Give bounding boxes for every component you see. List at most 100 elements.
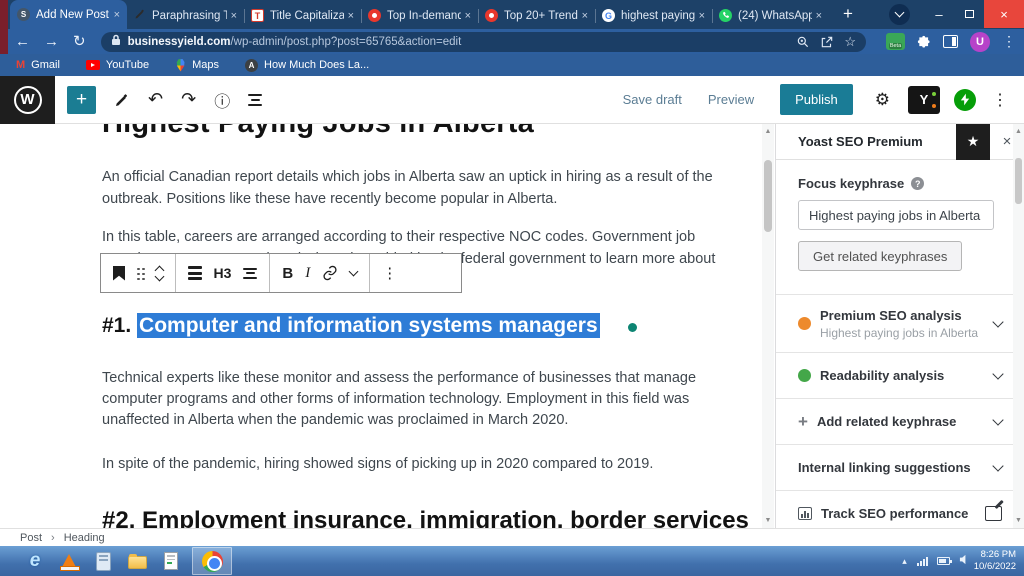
chevron-down-icon[interactable] <box>992 316 1003 327</box>
tab-close-icon[interactable]: × <box>114 9 120 21</box>
zoom-icon[interactable] <box>796 35 810 49</box>
block-type-icon[interactable] <box>188 266 202 280</box>
tab-close-icon[interactable]: × <box>582 10 588 22</box>
more-formats-chevron-icon[interactable] <box>350 271 357 275</box>
tab-close-icon[interactable]: × <box>348 10 354 22</box>
undo-button[interactable]: ↶ <box>148 89 163 110</box>
share-icon[interactable] <box>820 35 834 49</box>
extensions-puzzle-icon[interactable] <box>917 35 931 49</box>
paragraph-block[interactable]: An official Canadian report details whic… <box>102 166 700 210</box>
breadcrumb-post[interactable]: Post <box>20 532 42 544</box>
content-scrollbar[interactable]: ▲ ▼ <box>762 124 774 528</box>
vlc-icon[interactable] <box>52 548 86 574</box>
heading-level-button[interactable]: H3 <box>214 265 232 281</box>
reload-button[interactable]: ↻ <box>73 34 86 49</box>
chevron-down-icon[interactable] <box>992 414 1003 425</box>
text-align-button[interactable] <box>243 268 257 279</box>
preview-button[interactable]: Preview <box>708 92 754 107</box>
paragraph-block[interactable]: In spite of the pandemic, hiring showed … <box>102 453 700 475</box>
side-panel-icon[interactable] <box>943 35 958 48</box>
scroll-up-icon[interactable]: ▲ <box>1013 128 1024 135</box>
tab-title-capitalization[interactable]: T Title Capitalization × <box>244 2 361 29</box>
tab-whatsapp[interactable]: (24) WhatsApp × <box>712 2 829 29</box>
address-bar[interactable]: businessyield.com/wp-admin/post.php?post… <box>101 32 866 52</box>
edit-external-icon[interactable] <box>985 506 1002 521</box>
sidebar-scrollbar[interactable]: ▲ ▼ <box>1013 124 1024 528</box>
selected-heading-text[interactable]: Computer and information systems manager… <box>137 313 600 338</box>
beta-extension-icon[interactable]: Beta <box>886 33 905 50</box>
chevron-down-icon[interactable] <box>992 368 1003 379</box>
tab-close-icon[interactable]: × <box>231 10 237 22</box>
post-content-canvas[interactable]: Highest Paying Jobs in Alberta An offici… <box>0 124 775 528</box>
tab-search-button[interactable] <box>889 4 910 25</box>
post-title-clipped[interactable]: Highest Paying Jobs in Alberta <box>102 124 700 139</box>
link-button[interactable] <box>322 265 338 281</box>
battery-icon[interactable] <box>937 557 950 565</box>
settings-gear-icon[interactable]: ⚙ <box>875 90 890 110</box>
tab-close-icon[interactable]: × <box>465 10 471 22</box>
get-related-keyphrases-button[interactable]: Get related keyphrases <box>798 241 962 271</box>
post-title[interactable]: Highest Paying Jobs in Alberta <box>102 124 700 139</box>
internet-explorer-icon[interactable]: e <box>18 548 52 574</box>
paragraph-block[interactable]: Technical experts like these monitor and… <box>102 368 700 431</box>
tab-highest-paying[interactable]: G highest paying job × <box>595 2 712 29</box>
tab-paraphrasing-tool[interactable]: Paraphrasing Tool × <box>127 2 244 29</box>
premium-seo-analysis-row[interactable]: Premium SEO analysis Highest paying jobs… <box>776 294 1024 352</box>
bookmark-how-much[interactable]: AHow Much Does La... <box>245 59 369 72</box>
tab-add-new-post[interactable]: S Add New Post ‹ Bl × <box>10 0 127 29</box>
scrollbar-thumb[interactable] <box>764 160 772 232</box>
italic-button[interactable]: I <box>305 265 310 282</box>
maximize-button[interactable] <box>954 0 984 28</box>
browser-menu-icon[interactable]: ⋮ <box>1002 33 1016 50</box>
edit-mode-pencil-icon[interactable] <box>114 92 130 108</box>
tab-top-20-trending[interactable]: Top 20+ Trending × <box>478 2 595 29</box>
network-signal-icon[interactable] <box>917 557 928 566</box>
details-info-button[interactable]: ⓘ <box>214 88 230 112</box>
new-tab-button[interactable]: + <box>835 1 861 27</box>
speaker-icon[interactable] <box>959 552 970 570</box>
minimize-button[interactable]: – <box>924 0 954 28</box>
wordpress-logo-button[interactable]: W <box>0 76 55 124</box>
pin-star-button[interactable]: ★ <box>956 124 990 160</box>
heading-block-h3[interactable]: #1. Computer and information systems man… <box>102 314 700 338</box>
bookmark-maps[interactable]: Maps <box>175 59 219 72</box>
taskbar-clock[interactable]: 8:26 PM 10/6/2022 <box>974 549 1016 573</box>
calculator-icon[interactable] <box>86 548 120 574</box>
internal-linking-row[interactable]: Internal linking suggestions <box>776 444 1024 490</box>
redo-button[interactable]: ↷ <box>181 89 196 110</box>
block-inserter-button[interactable]: + <box>67 86 96 114</box>
tab-top-in-demand[interactable]: Top In-demand Jo × <box>361 2 478 29</box>
scrollbar-thumb[interactable] <box>1015 158 1022 204</box>
yoast-toolbar-icon[interactable]: Y <box>908 86 940 114</box>
close-window-button[interactable]: × <box>984 0 1024 28</box>
list-view-button[interactable] <box>248 94 262 106</box>
move-down-icon[interactable] <box>154 271 164 281</box>
editor-options-icon[interactable]: ⋮ <box>992 90 1008 110</box>
focus-keyphrase-input[interactable] <box>798 200 994 230</box>
jetpack-icon[interactable] <box>954 89 976 111</box>
bookmark-star-icon[interactable]: ☆ <box>844 34 856 50</box>
save-draft-button[interactable]: Save draft <box>623 92 682 107</box>
block-options-icon[interactable]: ⋮ <box>382 264 397 282</box>
bookmark-youtube[interactable]: YouTube <box>86 59 149 71</box>
tab-close-icon[interactable]: × <box>816 10 822 22</box>
hidden-icons-chevron[interactable]: ▴ <box>902 556 907 567</box>
document-icon[interactable] <box>154 548 188 574</box>
file-explorer-icon[interactable] <box>120 548 154 574</box>
chrome-taskbar-button[interactable] <box>192 547 232 575</box>
bold-button[interactable]: B <box>282 265 293 282</box>
bookmark-gmail[interactable]: MGmail <box>16 59 60 71</box>
forward-button[interactable]: → <box>44 34 59 49</box>
publish-button[interactable]: Publish <box>780 84 853 115</box>
add-related-keyphrase-row[interactable]: + Add related keyphrase <box>776 398 1024 444</box>
readability-analysis-row[interactable]: Readability analysis <box>776 352 1024 398</box>
breadcrumb-heading[interactable]: Heading <box>64 532 105 544</box>
scroll-up-icon[interactable]: ▲ <box>762 128 774 135</box>
scroll-down-icon[interactable]: ▼ <box>762 517 774 524</box>
block-mover-buttons[interactable] <box>156 267 163 280</box>
profile-avatar[interactable]: U <box>970 32 990 52</box>
heading-block-icon[interactable] <box>113 266 125 281</box>
help-icon[interactable]: ? <box>911 177 924 190</box>
chevron-down-icon[interactable] <box>992 460 1003 471</box>
tab-close-icon[interactable]: × <box>699 10 705 22</box>
